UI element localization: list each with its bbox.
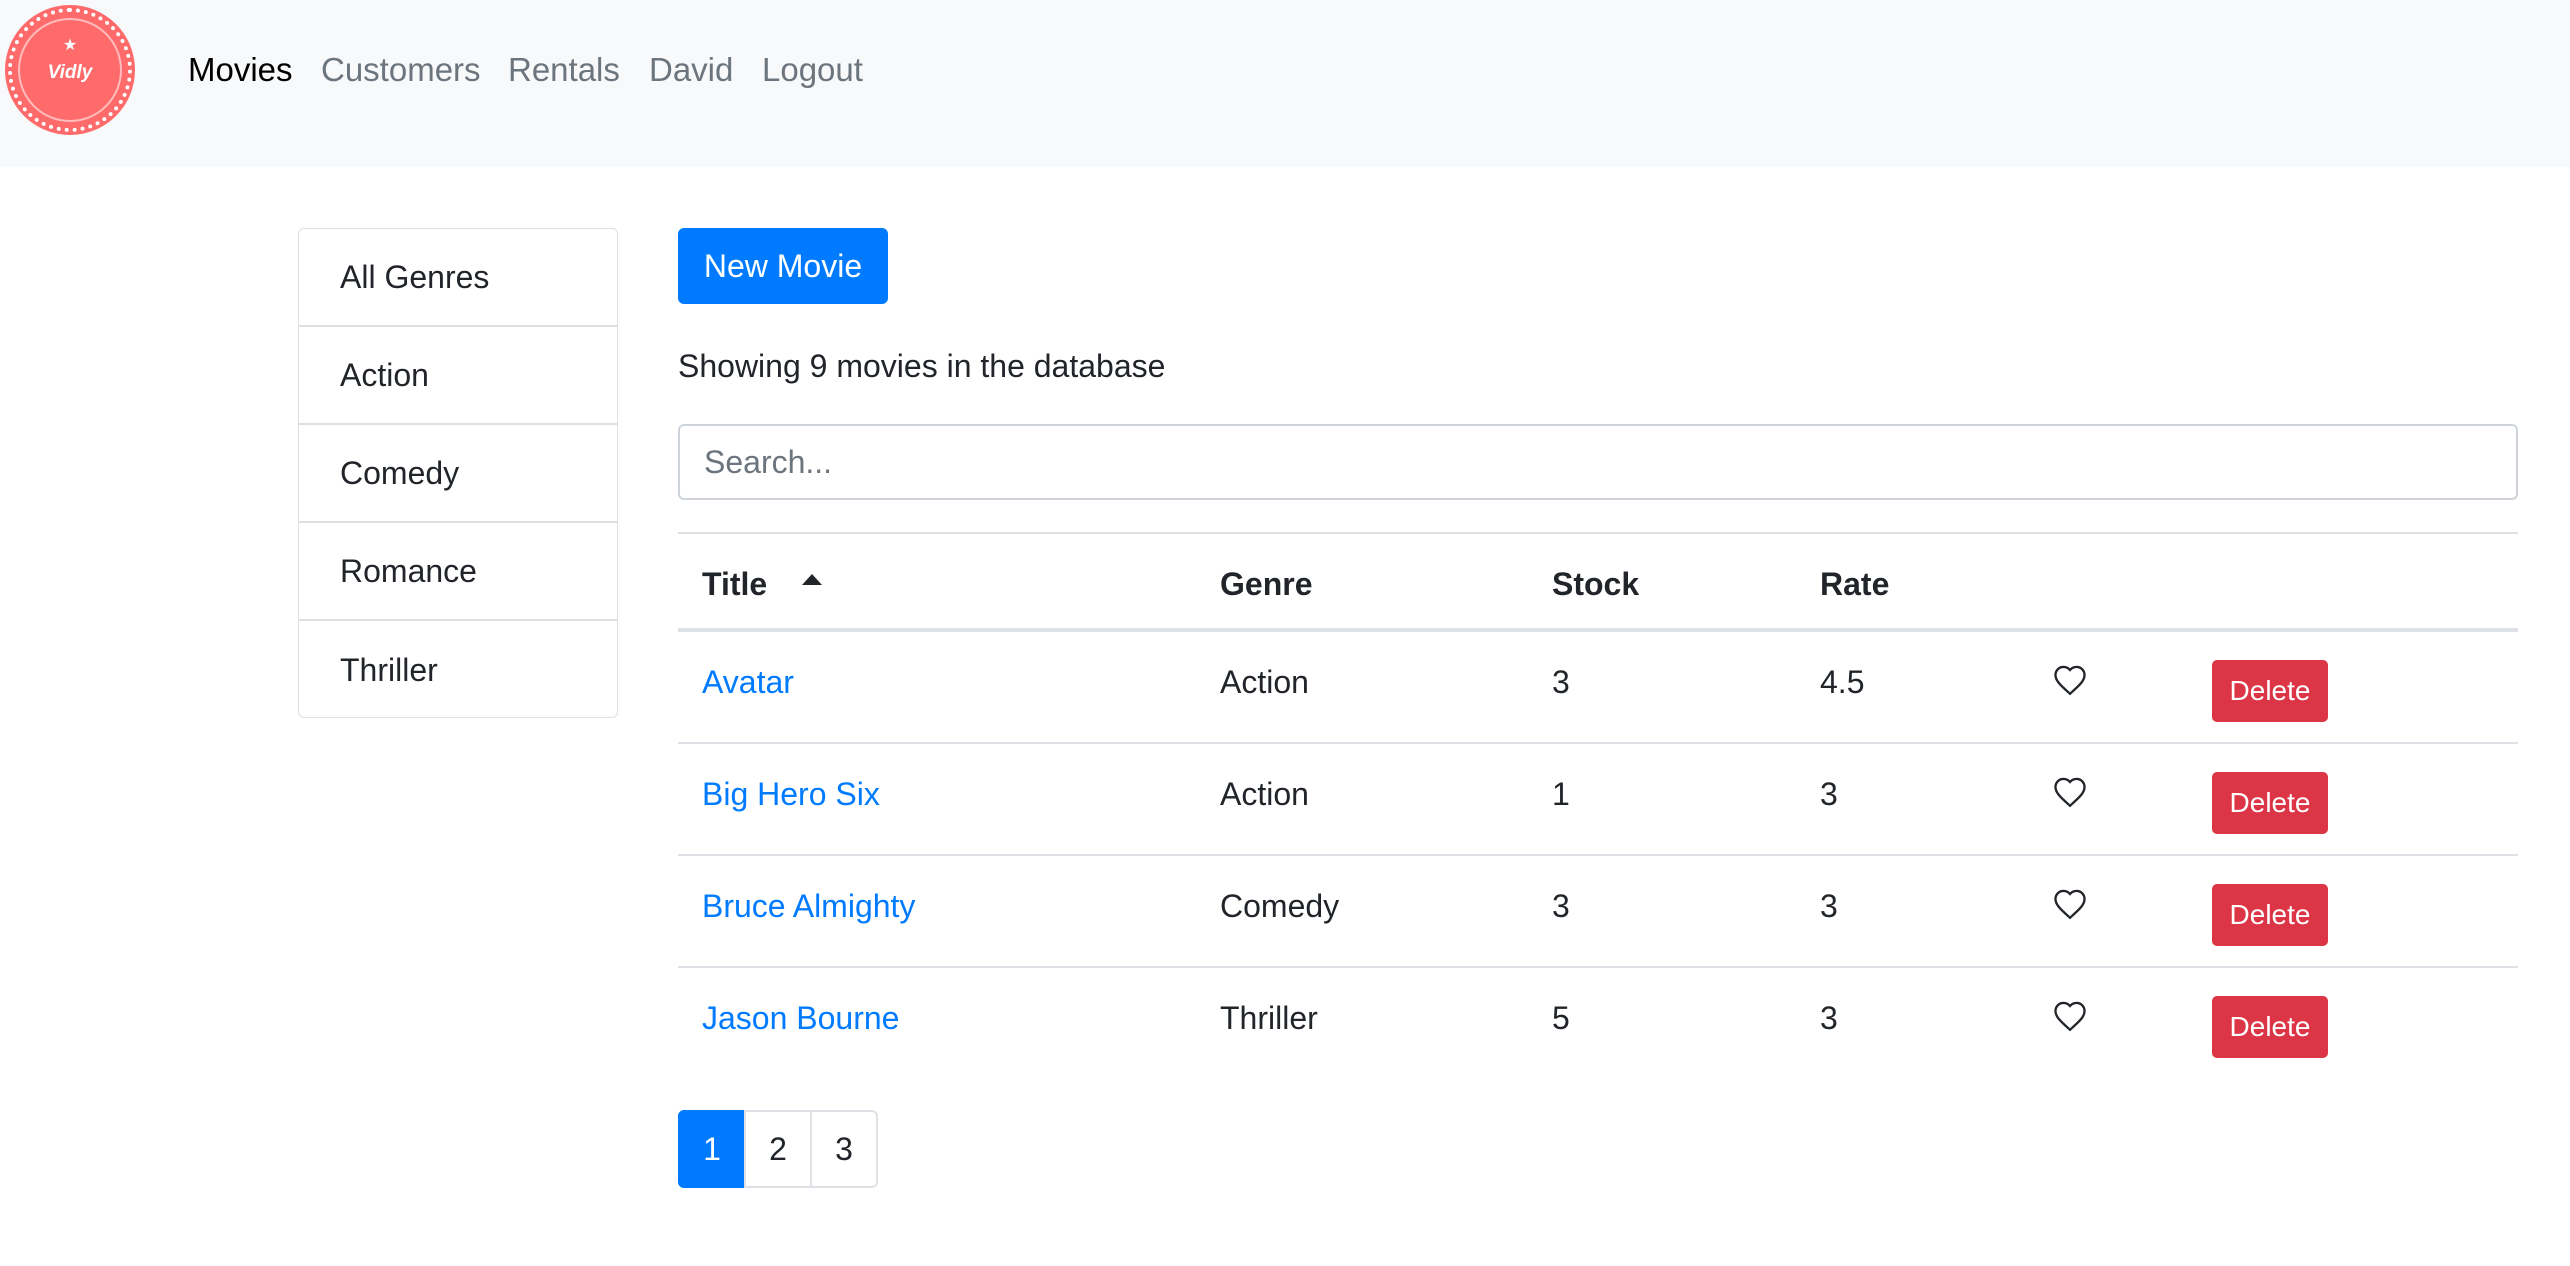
nav-link-user[interactable]: David (649, 50, 733, 90)
table-row: Avatar Action 3 4.5 Delete (678, 632, 2518, 744)
nav-link-customers[interactable]: Customers (321, 50, 481, 90)
logo-text: Vidly (47, 62, 93, 83)
nav-link-movies[interactable]: Movies (188, 50, 293, 90)
page-link-2[interactable]: 2 (744, 1110, 812, 1188)
heart-icon[interactable] (2052, 776, 2088, 808)
movie-count-text: Showing 9 movies in the database (678, 348, 1166, 384)
sort-asc-icon (802, 574, 822, 585)
vidly-logo[interactable]: ★ Vidly (8, 8, 132, 132)
movie-rate: 3 (1820, 1000, 1838, 1036)
movie-title-link[interactable]: Avatar (702, 662, 794, 702)
column-header-rate[interactable]: Rate (1820, 564, 1889, 604)
movie-title-link[interactable]: Big Hero Six (702, 774, 880, 814)
movie-genre: Action (1220, 776, 1309, 812)
table-row: Big Hero Six Action 1 3 Delete (678, 744, 2518, 856)
delete-button[interactable]: Delete (2212, 996, 2328, 1058)
movie-stock: 3 (1552, 664, 1570, 700)
genre-list: All Genres Action Comedy Romance Thrille… (298, 228, 618, 718)
genre-item-romance[interactable]: Romance (299, 523, 617, 621)
movie-stock: 3 (1552, 888, 1570, 924)
movie-genre: Thriller (1220, 1000, 1318, 1036)
search-input[interactable] (678, 424, 2518, 500)
movie-rate: 3 (1820, 888, 1838, 924)
movie-rate: 4.5 (1820, 664, 1865, 700)
pagination: 1 2 3 (678, 1110, 878, 1188)
column-header-genre[interactable]: Genre (1220, 564, 1312, 604)
genre-item-all[interactable]: All Genres (299, 229, 617, 327)
nav-link-logout[interactable]: Logout (762, 50, 863, 90)
genre-item-thriller[interactable]: Thriller (299, 621, 617, 717)
heart-icon[interactable] (2052, 1000, 2088, 1032)
page-link-3[interactable]: 3 (810, 1110, 878, 1188)
heart-icon[interactable] (2052, 888, 2088, 920)
movie-stock: 1 (1552, 776, 1570, 812)
nav-link-rentals[interactable]: Rentals (508, 50, 620, 90)
delete-button[interactable]: Delete (2212, 884, 2328, 946)
delete-button[interactable]: Delete (2212, 772, 2328, 834)
movies-table: Title Genre Stock Rate Avatar Action 3 4… (678, 532, 2518, 1080)
column-header-title[interactable]: Title (702, 564, 822, 604)
table-row: Bruce Almighty Comedy 3 3 Delete (678, 856, 2518, 968)
column-header-title-label: Title (702, 566, 768, 602)
movie-title-link[interactable]: Bruce Almighty (702, 886, 915, 926)
table-row: Jason Bourne Thriller 5 3 Delete (678, 968, 2518, 1080)
delete-button[interactable]: Delete (2212, 660, 2328, 722)
heart-icon[interactable] (2052, 664, 2088, 696)
navbar: ★ Vidly Movies Customers Rentals David L… (0, 0, 2570, 167)
column-header-stock[interactable]: Stock (1552, 564, 1639, 604)
movie-genre: Comedy (1220, 888, 1340, 924)
movie-title-link[interactable]: Jason Bourne (702, 998, 899, 1038)
genre-item-action[interactable]: Action (299, 327, 617, 425)
movie-stock: 5 (1552, 1000, 1570, 1036)
movie-rate: 3 (1820, 776, 1838, 812)
star-icon: ★ (62, 37, 78, 54)
new-movie-button[interactable]: New Movie (678, 228, 888, 304)
page-link-1[interactable]: 1 (678, 1110, 746, 1188)
genre-item-comedy[interactable]: Comedy (299, 425, 617, 523)
movie-genre: Action (1220, 664, 1309, 700)
table-header: Title Genre Stock Rate (678, 532, 2518, 632)
